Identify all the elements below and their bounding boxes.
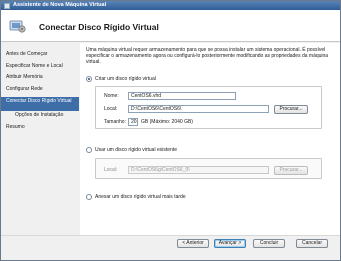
wizard-footer: < Anterior Avançar > Concluir Cancelar [1,235,340,260]
attach-later-radio[interactable] [86,194,92,200]
back-button[interactable]: < Anterior [177,239,209,248]
size-label: Tamanho: [104,119,126,125]
existing-browse-button[interactable]: Procurar... [274,165,308,175]
wizard-window: Assistente de Nova Máquina Virtual Conec… [0,0,341,261]
attach-later-label[interactable]: Anexar um disco rígido virtual mais tard… [95,194,186,200]
step-summary[interactable]: Resumo [1,124,79,130]
intro-text: Uma máquina virtual requer armazenamento… [86,47,329,65]
step-network[interactable]: Configurar Rede [1,86,79,92]
next-button[interactable]: Avançar > [214,239,246,248]
title-bar: Assistente de Nova Máquina Virtual [1,1,340,10]
window-title: Assistente de Nova Máquina Virtual [13,2,107,8]
step-connect-vhd[interactable]: Conectar Disco Rígido Virtual [1,97,79,111]
wizard-icon [9,20,26,33]
size-unit-label: GB (Máximo: 2040 GB) [141,119,193,125]
finish-button[interactable]: Concluir [253,239,285,248]
step-memory[interactable]: Atribuir Memória [1,74,79,80]
wizard-header: Conectar Disco Rígido Virtual [1,10,340,42]
main-panel: Uma máquina virtual requer armazenamento… [80,43,340,235]
step-install-options[interactable]: Opções de Instalação [1,112,79,118]
existing-vhd-group: Local: D:\CentOS6g\CentOS6_0\ Procurar..… [95,158,322,179]
app-icon [4,2,10,9]
step-before-begin[interactable]: Antes de Começar [1,51,79,57]
location-field[interactable]: D:\CentOS6\CentOS6\ [128,105,269,113]
step-name-location[interactable]: Especificar Nome e Local [1,63,79,69]
name-field[interactable]: CentOS6.vhd [128,92,236,100]
wizard-steps: Antes de Começar Especificar Nome e Loca… [1,43,79,243]
create-vhd-label[interactable]: Criar um disco rígido virtual [95,76,156,82]
cancel-button[interactable]: Cancelar [296,239,328,248]
existing-location-label: Local: [104,167,118,173]
name-label: Nome: [104,93,119,99]
page-title: Conectar Disco Rígido Virtual [39,22,159,32]
location-label: Local: [104,106,118,112]
browse-button[interactable]: Procurar... [274,104,308,114]
create-vhd-radio[interactable] [86,76,92,82]
use-existing-vhd-radio[interactable] [86,147,92,153]
create-vhd-group: Nome: CentOS6.vhd Local: D:\CentOS6\Cent… [95,86,322,129]
existing-location-field[interactable]: D:\CentOS6g\CentOS6_0\ [128,166,269,174]
size-field[interactable]: 20 [128,118,138,126]
use-existing-vhd-label[interactable]: Usar um disco rígido virtual existente [95,147,177,153]
